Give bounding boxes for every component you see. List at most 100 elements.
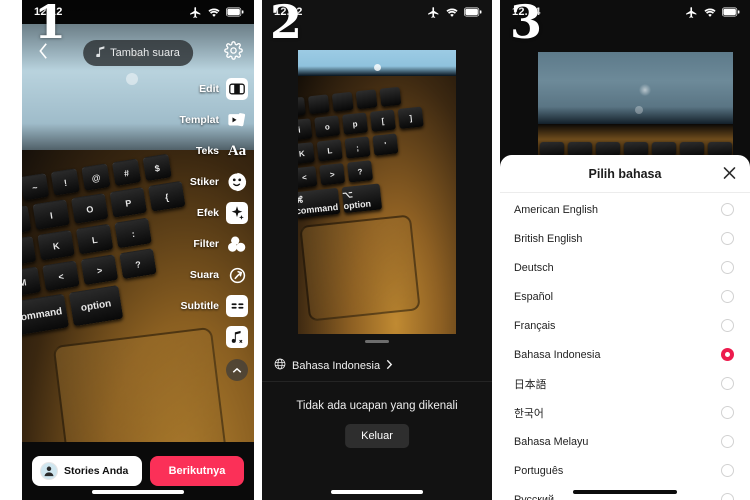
language-name: Français (514, 319, 556, 332)
editor-toolbar: Edit Templat Teks Aa Stiker Efek Filter … (180, 78, 248, 381)
photo-key (680, 142, 704, 156)
back-button[interactable] (30, 40, 56, 66)
status-time: 12.14 (512, 6, 541, 18)
photo-key: J (22, 235, 37, 267)
collapse-toolbar-button[interactable] (226, 359, 248, 381)
drag-handle[interactable] (365, 340, 389, 343)
radio-button[interactable] (721, 377, 734, 390)
status-icons (685, 6, 740, 19)
your-stories-button[interactable]: Stories Anda (32, 456, 142, 486)
language-selector-row[interactable]: Bahasa Indonesia (262, 350, 492, 382)
exit-button[interactable]: Keluar (345, 424, 409, 448)
thumb-trackpad (299, 214, 421, 322)
tool-subtitle[interactable]: Subtitle (180, 295, 248, 317)
language-option-row[interactable]: Español (500, 282, 750, 311)
phone-panel-3: Pilih bahasa American English British En… (500, 0, 750, 500)
language-option-row[interactable]: American English (500, 195, 750, 224)
tool-effects[interactable]: Efek (197, 202, 248, 224)
language-name: Español (514, 290, 554, 303)
home-indicator (92, 490, 184, 494)
photo-key: [ (369, 109, 396, 132)
clip-thumbnail[interactable]: i o p [ ] K L ; ' < > ? ⌘ command ⌥ opti… (298, 50, 456, 334)
language-option-row[interactable]: British English (500, 224, 750, 253)
chevron-left-icon (37, 42, 50, 65)
no-speech-message: Tidak ada ucapan yang dikenali (296, 400, 458, 412)
radio-button[interactable] (721, 203, 734, 216)
radio-button[interactable] (721, 261, 734, 274)
home-indicator (331, 490, 423, 494)
language-name: Bahasa Melayu (514, 435, 589, 448)
photo-key-command: ⌘ command (298, 187, 341, 219)
radio-button[interactable] (721, 493, 734, 500)
radio-button[interactable] (721, 319, 734, 332)
add-audio-button[interactable]: Tambah suara (83, 40, 193, 66)
settings-button[interactable] (220, 40, 246, 66)
radio-button[interactable] (721, 232, 734, 245)
language-picker-screen: Pilih bahasa American English British En… (500, 0, 750, 500)
photo-key: ' (372, 133, 399, 156)
gear-icon (223, 41, 243, 65)
language-name: British English (514, 232, 583, 245)
airplane-mode-icon (427, 6, 440, 19)
tool-label: Subtitle (180, 300, 220, 312)
thumb-deck-region (538, 124, 733, 157)
music-note-icon (96, 46, 105, 60)
close-icon[interactable] (723, 166, 736, 181)
language-option-row[interactable]: Deutsch (500, 253, 750, 282)
music-off-icon (226, 326, 248, 348)
battery-icon (226, 7, 244, 17)
phone-panel-1: esc ~ ! @ # $ 8 I O P { J K L (22, 0, 254, 500)
photo-key-option: option (68, 284, 124, 327)
thumb-keyboard-keys: i o p [ ] K L ; ' < > ? ⌘ command ⌥ opti… (298, 77, 456, 222)
tool-label: Efek (196, 207, 219, 219)
language-option-row[interactable]: Français (500, 311, 750, 340)
battery-icon (464, 7, 482, 17)
phone-panel-2: i o p [ ] K L ; ' < > ? ⌘ command ⌥ opti… (262, 0, 492, 500)
add-audio-label: Tambah suara (110, 47, 180, 59)
photo-key: o (314, 115, 341, 138)
next-button[interactable]: Berikutnya (150, 456, 244, 486)
wifi-icon (703, 7, 717, 18)
tool-text[interactable]: Teks Aa (196, 140, 248, 162)
language-option-row[interactable]: 日本語 (500, 369, 750, 398)
tool-edit[interactable]: Edit (199, 78, 248, 100)
effects-icon (226, 202, 248, 224)
radio-button[interactable] (721, 290, 734, 303)
tool-label: Stiker (189, 176, 219, 188)
status-bar: 12.12 (22, 0, 254, 24)
radio-button[interactable] (721, 435, 734, 448)
radio-button[interactable] (721, 406, 734, 419)
language-option-row-selected[interactable]: Bahasa Indonesia (500, 340, 750, 369)
tool-filter[interactable]: Filter (193, 233, 248, 255)
tool-template[interactable]: Templat (180, 109, 248, 131)
tool-music-off[interactable] (219, 326, 248, 348)
thumb-keyboard-keys (540, 142, 732, 156)
photo-key: $ (142, 153, 172, 182)
photo-key-option: ⌥ option (341, 183, 383, 214)
status-time: 12.12 (274, 6, 303, 18)
tool-sound[interactable]: Suara (190, 264, 248, 286)
language-list: American English British English Deutsch… (500, 193, 750, 500)
photo-key (355, 89, 378, 110)
photo-key: I (32, 199, 71, 231)
subtitle-icon (226, 295, 248, 317)
photo-key (652, 142, 676, 156)
photo-key: L (75, 223, 114, 255)
photo-key: ; (344, 136, 371, 159)
sheet-header: Pilih bahasa (500, 155, 750, 193)
avatar (40, 462, 58, 480)
language-option-row[interactable]: 한국어 (500, 398, 750, 427)
radio-button[interactable] (721, 464, 734, 477)
radio-button-selected[interactable] (721, 348, 734, 361)
tool-sticker[interactable]: Stiker (190, 171, 248, 193)
thumb-screen-region (298, 50, 456, 76)
photo-key: K (37, 229, 75, 261)
wifi-icon (207, 7, 221, 18)
status-bar: 12.14 (500, 0, 750, 24)
photo-key: ] (397, 106, 424, 129)
language-name: American English (514, 203, 599, 216)
language-option-row[interactable]: Português (500, 456, 750, 485)
language-option-row[interactable]: Bahasa Melayu (500, 427, 750, 456)
sound-icon (226, 264, 248, 286)
photo-key (298, 96, 306, 117)
